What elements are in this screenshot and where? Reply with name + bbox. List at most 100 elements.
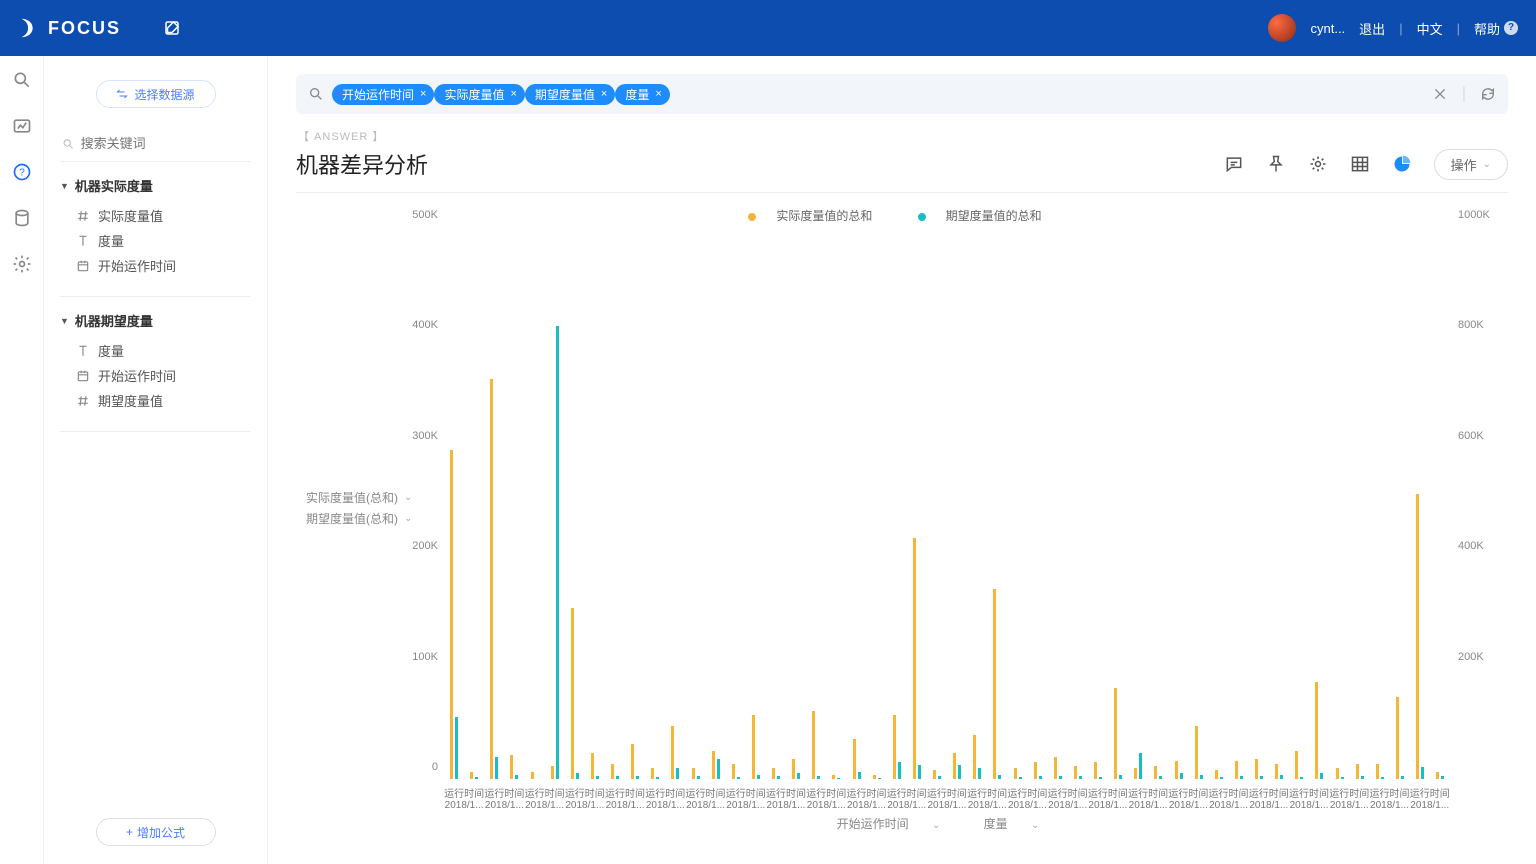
field-measure-2[interactable]: 度量 (60, 338, 251, 363)
bar-group[interactable] (947, 227, 967, 779)
bar-group[interactable] (1189, 227, 1209, 779)
logout-link[interactable]: 退出 (1359, 19, 1385, 38)
field-actual-value[interactable]: 实际度量值 (60, 203, 251, 228)
bar-group[interactable] (1330, 227, 1350, 779)
field-expected-value[interactable]: 期望度量值 (60, 388, 251, 413)
rail-help[interactable]: ? (12, 162, 32, 182)
bar-group[interactable] (1068, 227, 1088, 779)
bar-group[interactable] (967, 227, 987, 779)
legend-item[interactable]: 期望度量值的总和 (918, 209, 1056, 223)
group-toggle[interactable]: ▼机器期望度量 (60, 311, 251, 330)
bar-group[interactable] (1028, 227, 1048, 779)
bar-group[interactable] (1269, 227, 1289, 779)
bar-group[interactable] (1430, 227, 1450, 779)
text-icon (76, 234, 90, 248)
bar-group[interactable] (847, 227, 867, 779)
bar-group[interactable] (444, 227, 464, 779)
language-link[interactable]: 中文 (1417, 19, 1443, 38)
bar-group[interactable] (706, 227, 726, 779)
bar-group[interactable] (1048, 227, 1068, 779)
comment-icon[interactable] (1224, 154, 1244, 174)
keyword-search[interactable] (60, 130, 251, 162)
gear-icon[interactable] (1308, 154, 1328, 174)
bar-group[interactable] (565, 227, 585, 779)
bar-group[interactable] (605, 227, 625, 779)
chart-pie-icon[interactable] (1392, 154, 1412, 174)
bar-group[interactable] (1249, 227, 1269, 779)
bar-group[interactable] (464, 227, 484, 779)
table-icon[interactable] (1350, 154, 1370, 174)
bar-group[interactable] (1088, 227, 1108, 779)
y-tick-left: 400K (398, 319, 438, 331)
query-bar[interactable]: 开始运作时间×实际度量值×期望度量值×度量× | (296, 74, 1508, 114)
query-chip[interactable]: 度量× (615, 84, 669, 105)
chip-remove-icon[interactable]: × (510, 88, 516, 100)
x-caption-1[interactable]: 开始运作时间 ⌄ (827, 817, 951, 831)
close-icon[interactable] (1432, 86, 1448, 102)
field-measure[interactable]: 度量 (60, 228, 251, 253)
operations-button[interactable]: 操作⌄ (1434, 149, 1508, 180)
bar-group[interactable] (1390, 227, 1410, 779)
bar-group[interactable] (504, 227, 524, 779)
bar-group[interactable] (746, 227, 766, 779)
bar-group[interactable] (645, 227, 665, 779)
chip-remove-icon[interactable]: × (601, 88, 607, 100)
bar-group[interactable] (1309, 227, 1329, 779)
rail-data[interactable] (12, 208, 32, 228)
rail-settings[interactable] (12, 254, 32, 274)
y-right-label[interactable]: 期望度量值(总和)⌄ (306, 510, 412, 527)
bar-group[interactable] (545, 227, 565, 779)
bar-group[interactable] (826, 227, 846, 779)
bar-group[interactable] (887, 227, 907, 779)
rail-search[interactable] (12, 70, 32, 90)
bar-group[interactable] (726, 227, 746, 779)
legend-item[interactable]: 实际度量值的总和 (748, 209, 886, 223)
chart-plot[interactable]: 0100K200K300K400K500K 200K400K600K800K10… (426, 227, 1450, 779)
chip-remove-icon[interactable]: × (420, 88, 426, 100)
x-caption-2[interactable]: 度量 ⌄ (974, 817, 1050, 831)
avatar[interactable] (1268, 14, 1296, 42)
bar-group[interactable] (1289, 227, 1309, 779)
field-start-time[interactable]: 开始运作时间 (60, 253, 251, 278)
bar-group[interactable] (786, 227, 806, 779)
rail-dashboard[interactable] (12, 116, 32, 136)
bar-group[interactable] (1108, 227, 1128, 779)
query-chip[interactable]: 开始运作时间× (332, 84, 434, 105)
bar-group[interactable] (1128, 227, 1148, 779)
bar-group[interactable] (1350, 227, 1370, 779)
field-start-time-2[interactable]: 开始运作时间 (60, 363, 251, 388)
query-chip[interactable]: 实际度量值× (434, 84, 524, 105)
chip-remove-icon[interactable]: × (655, 88, 661, 100)
bar-group[interactable] (806, 227, 826, 779)
keyword-input[interactable] (81, 136, 249, 151)
pin-icon[interactable] (1266, 154, 1286, 174)
refresh-icon[interactable] (1480, 86, 1496, 102)
bar-group[interactable] (665, 227, 685, 779)
bar-group[interactable] (625, 227, 645, 779)
bar-group[interactable] (927, 227, 947, 779)
query-chip[interactable]: 期望度量值× (525, 84, 615, 105)
bar-group[interactable] (484, 227, 504, 779)
bar-group[interactable] (907, 227, 927, 779)
bar-group[interactable] (1370, 227, 1390, 779)
help-link[interactable]: 帮助? (1474, 19, 1518, 38)
bar-group[interactable] (1148, 227, 1168, 779)
bar-group[interactable] (1209, 227, 1229, 779)
select-datasource-button[interactable]: 选择数据源 (96, 80, 216, 108)
bar-group[interactable] (525, 227, 545, 779)
add-formula-button[interactable]: +增加公式 (96, 818, 216, 846)
bar-group[interactable] (987, 227, 1007, 779)
username[interactable]: cynt... (1310, 21, 1345, 36)
bar-group[interactable] (686, 227, 706, 779)
bar-group[interactable] (766, 227, 786, 779)
bar-group[interactable] (1169, 227, 1189, 779)
bar-group[interactable] (1008, 227, 1028, 779)
edit-icon[interactable] (163, 19, 181, 37)
group-toggle[interactable]: ▼机器实际度量 (60, 176, 251, 195)
x-tick-label: 运行时间2018/1... (685, 785, 725, 811)
bar-group[interactable] (1229, 227, 1249, 779)
bar-group[interactable] (867, 227, 887, 779)
y-left-label[interactable]: 实际度量值(总和)⌄ (306, 489, 412, 506)
bar-group[interactable] (585, 227, 605, 779)
bar-group[interactable] (1410, 227, 1430, 779)
